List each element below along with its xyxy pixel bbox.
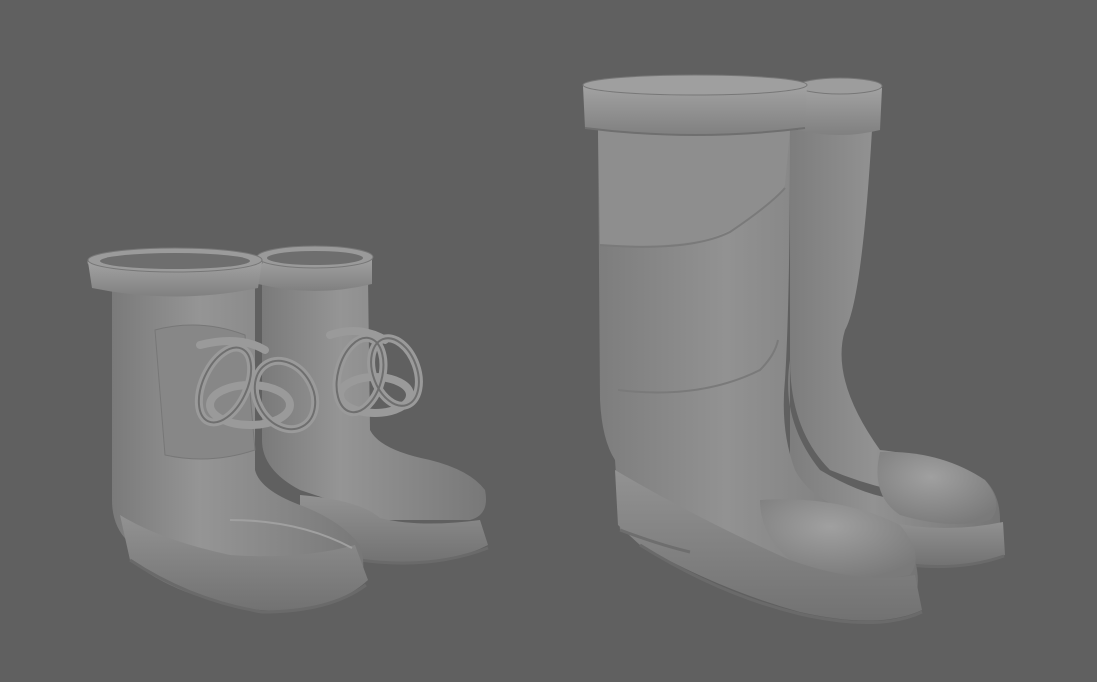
render-viewport [0, 0, 1097, 682]
short-boots-pair [87, 245, 489, 614]
tall-boot-front [582, 74, 923, 624]
scene-canvas [87, 74, 1005, 624]
tall-boots-pair [582, 74, 1005, 624]
tall-boot-back [788, 77, 1005, 569]
